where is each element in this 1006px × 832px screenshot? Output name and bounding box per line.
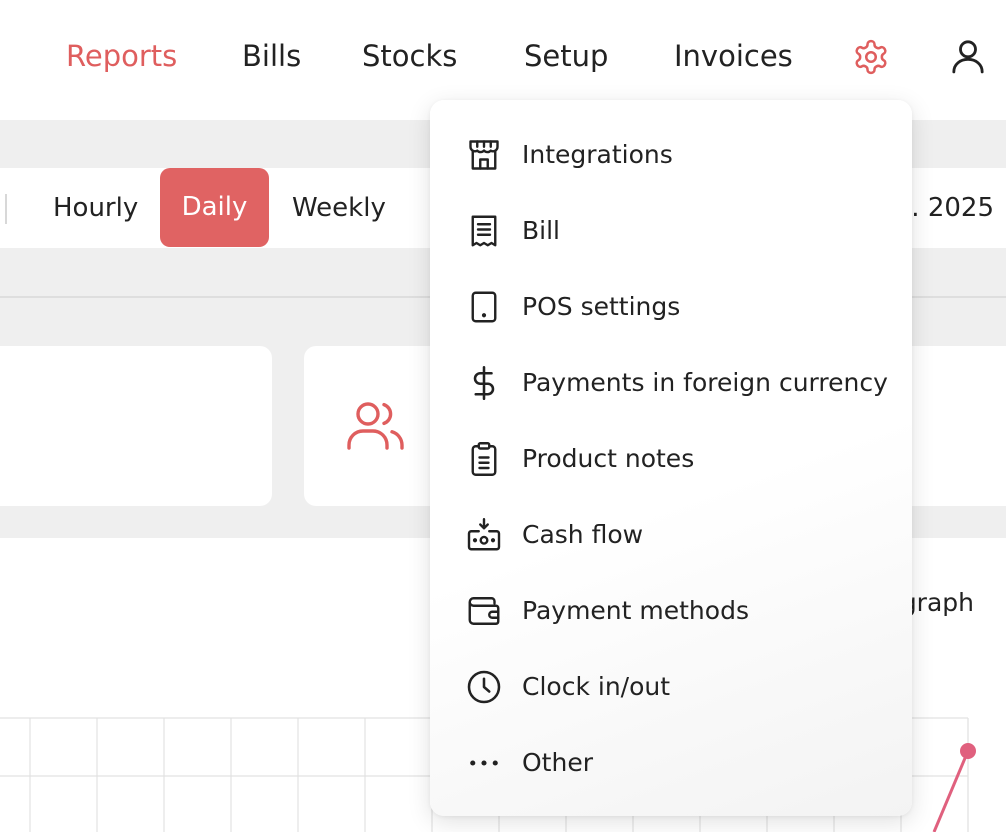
menu-item-cash-flow[interactable]: Cash flow [430,497,912,573]
menu-item-label: Payment methods [522,596,749,625]
receipt-icon [466,213,502,249]
menu-item-other[interactable]: Other [430,725,912,801]
gear-icon[interactable] [852,38,890,80]
store-icon [466,137,502,173]
menu-item-label: Cash flow [522,520,644,549]
settings-dropdown: Integrations Bill POS settings Payments … [430,100,912,816]
menu-item-label: Clock in/out [522,672,671,701]
menu-item-label: Integrations [522,140,673,169]
users-icon [346,399,406,455]
stat-card [0,346,272,506]
nav-invoices[interactable]: Invoices [674,38,793,74]
dollar-icon [466,365,502,401]
menu-item-label: POS settings [522,292,681,321]
period-hourly[interactable]: Hourly [53,168,138,248]
clock-icon [466,669,502,705]
nav-setup[interactable]: Setup [524,38,608,74]
menu-item-label: Payments in foreign currency [522,368,888,397]
menu-item-integrations[interactable]: Integrations [430,117,912,193]
period-weekly[interactable]: Weekly [292,168,386,248]
menu-item-product-notes[interactable]: Product notes [430,421,912,497]
divider [5,194,7,224]
series-line [932,750,970,832]
menu-item-pos-settings[interactable]: POS settings [430,269,912,345]
data-point [960,743,976,759]
menu-item-label: Other [522,748,593,777]
menu-item-label: Product notes [522,444,695,473]
nav-stocks[interactable]: Stocks [362,38,457,74]
user-icon[interactable] [948,36,988,80]
cash-register-icon [466,517,502,553]
more-horizontal-icon [466,745,502,781]
nav-reports[interactable]: Reports [66,38,177,74]
clipboard-icon [466,441,502,477]
menu-item-label: Bill [522,216,560,245]
nav-bills[interactable]: Bills [242,38,301,74]
menu-item-payment-methods[interactable]: Payment methods [430,573,912,649]
wallet-icon [466,593,502,629]
menu-item-clock-in-out[interactable]: Clock in/out [430,649,912,725]
period-daily[interactable]: Daily [160,168,269,247]
tablet-icon [466,289,502,325]
menu-item-bill[interactable]: Bill [430,193,912,269]
menu-item-foreign-currency[interactable]: Payments in foreign currency [430,345,912,421]
